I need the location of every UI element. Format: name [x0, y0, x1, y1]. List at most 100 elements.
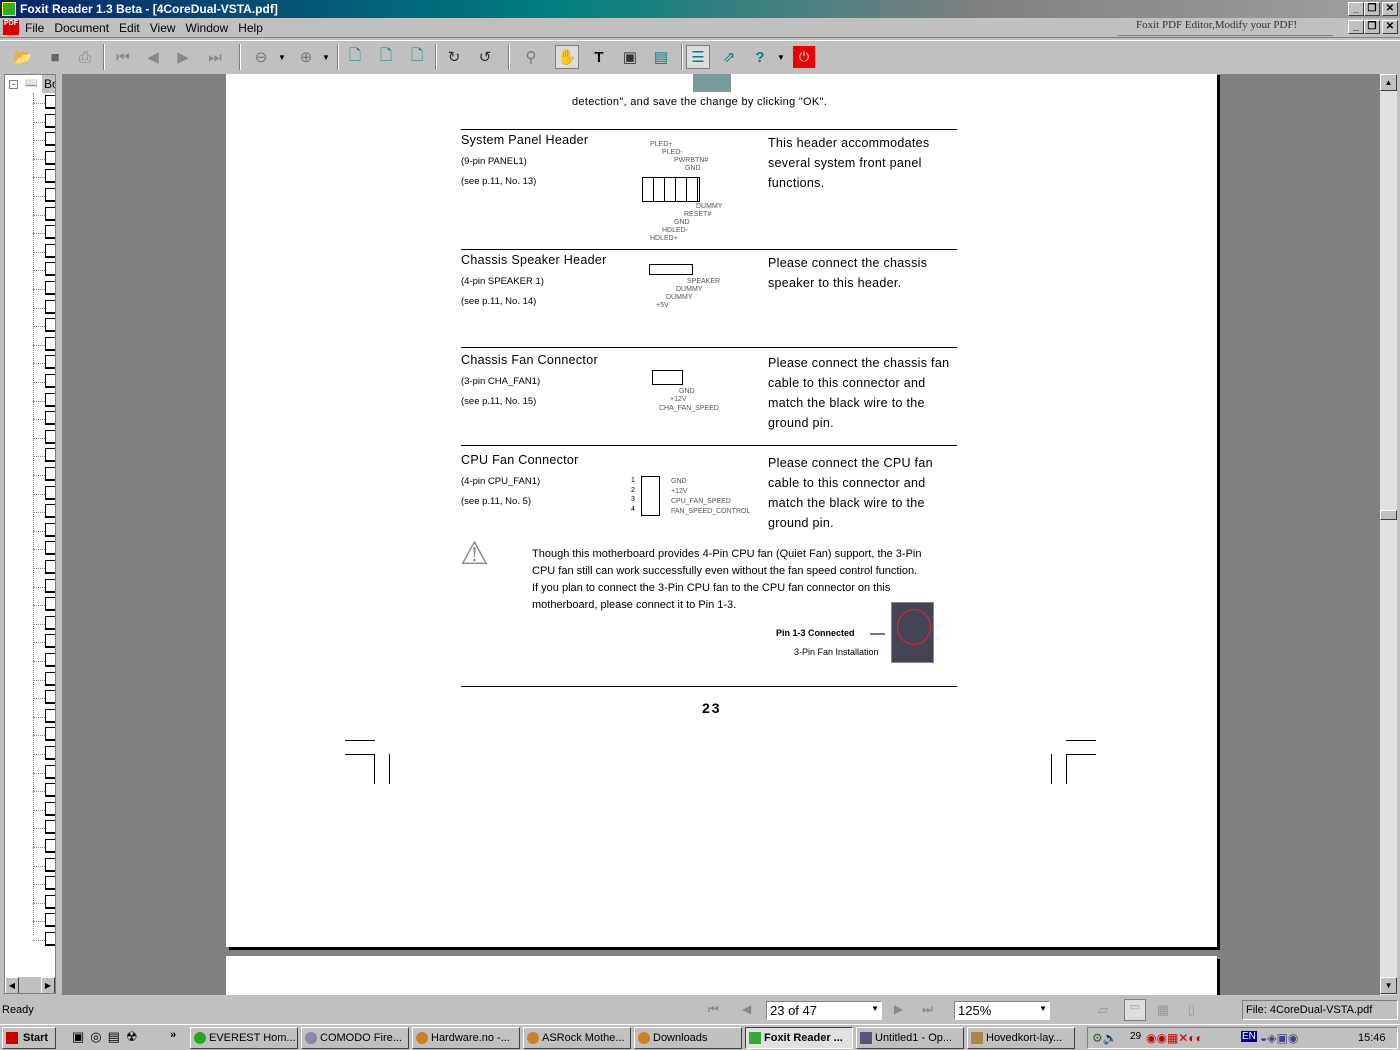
page-thumbnail[interactable]	[45, 913, 55, 928]
rotate-left-icon[interactable]: ↺	[473, 45, 497, 69]
page-thumbnail[interactable]	[45, 150, 55, 165]
task-comodo[interactable]: COMODO Fire...	[301, 1027, 409, 1049]
single-page-icon[interactable]: ▱	[1098, 1002, 1108, 1018]
zoom-out-dropdown-icon[interactable]: ▼	[276, 45, 288, 69]
page-thumbnail[interactable]	[45, 95, 55, 109]
page-thumbnail[interactable]	[45, 262, 55, 277]
page-thumbnail[interactable]	[45, 318, 55, 333]
menu-window[interactable]: Window	[181, 18, 234, 38]
page-thumbnail[interactable]	[45, 801, 55, 816]
zoom-field[interactable]: 125% ▼	[954, 1001, 1050, 1020]
prev-page-icon[interactable]: ◀	[141, 45, 165, 69]
scroll-down-icon[interactable]: ▼	[1380, 977, 1397, 994]
page-thumbnail[interactable]	[45, 541, 55, 556]
page-thumbnail[interactable]	[45, 374, 55, 388]
page-thumbnail[interactable]	[45, 113, 55, 128]
page-thumbnail[interactable]	[45, 839, 55, 853]
doc-close-button[interactable]: ✕	[1382, 20, 1398, 34]
task-untitled[interactable]: Untitled1 - Op...	[856, 1027, 964, 1049]
zoom-in-dropdown-icon[interactable]: ▼	[320, 45, 332, 69]
menu-edit[interactable]: Edit	[114, 18, 145, 38]
minimize-button[interactable]: _	[1348, 2, 1364, 16]
page-thumbnail[interactable]	[45, 615, 55, 630]
menu-file[interactable]: File	[20, 18, 49, 38]
page-thumbnail[interactable]	[45, 225, 55, 240]
power-icon[interactable]: ⏻	[793, 46, 815, 68]
quick-launch-icons[interactable]: ▣◎▤☢	[72, 1029, 144, 1045]
page-thumbnail[interactable]	[45, 597, 55, 612]
save-icon[interactable]: ■	[43, 45, 67, 69]
page-number-field[interactable]: 23 of 47 ▼	[766, 1001, 882, 1020]
zoom-in-icon[interactable]: ⊕	[294, 45, 318, 69]
page-thumbnail[interactable]	[45, 336, 55, 351]
foxit-editor-ad[interactable]: Foxit PDF Editor,Modify your PDF!	[1118, 19, 1333, 36]
snapshot-icon[interactable]: ▣	[618, 45, 642, 69]
find-icon[interactable]: ⚲	[519, 45, 543, 69]
page-thumbnail[interactable]	[45, 857, 55, 872]
zoom-out-icon[interactable]: ⊖	[249, 45, 273, 69]
page-thumbnail[interactable]	[45, 522, 55, 537]
page-thumbnail[interactable]	[45, 634, 55, 649]
export-icon[interactable]: ⇗	[717, 45, 741, 69]
fit-page-icon[interactable]: 🗋	[374, 45, 398, 69]
pdf-doc-icon[interactable]: PDF	[3, 20, 19, 35]
last-page-icon[interactable]: ⏭	[203, 45, 227, 69]
page-thumbnail[interactable]	[45, 894, 55, 909]
text-select-icon[interactable]: T	[587, 45, 611, 69]
task-asrock[interactable]: ASRock Mothe...	[523, 1027, 631, 1049]
scroll-thumb[interactable]	[1380, 510, 1397, 520]
page-thumbnail[interactable]	[45, 560, 55, 574]
page-thumbnail[interactable]	[45, 504, 55, 519]
actual-size-icon[interactable]: 🗋	[343, 45, 367, 69]
bookmarks-panel-icon[interactable]: ☰	[686, 45, 710, 69]
open-icon[interactable]: 📂	[11, 45, 35, 69]
doc-minimize-button[interactable]: _	[1348, 20, 1364, 34]
tray-icons[interactable]: ⚙🔈	[1092, 1031, 1118, 1045]
page-thumbnail[interactable]	[45, 820, 55, 835]
continuous-facing-icon[interactable]: ▯	[1188, 1002, 1195, 1018]
page-thumbnail[interactable]	[45, 355, 55, 370]
tray-number[interactable]: 29	[1130, 1031, 1141, 1042]
language-indicator[interactable]: EN	[1241, 1031, 1257, 1042]
fit-width-icon[interactable]: 🗋	[405, 45, 429, 69]
page-thumbnail[interactable]	[45, 132, 55, 147]
close-button[interactable]: ✕	[1382, 2, 1398, 16]
page-thumbnail[interactable]	[45, 169, 55, 184]
page-thumbnail[interactable]	[45, 671, 55, 686]
page-thumbnail[interactable]	[45, 188, 55, 202]
page-thumbnail[interactable]	[45, 299, 55, 314]
next-page-icon[interactable]: ▶	[171, 45, 195, 69]
page-thumbnail[interactable]	[45, 392, 55, 407]
page-thumbnail[interactable]	[45, 876, 55, 891]
page-thumbnail[interactable]	[45, 206, 55, 221]
menu-document[interactable]: Document	[49, 18, 114, 38]
typewriter-icon[interactable]: ▤	[649, 45, 673, 69]
page-thumbnail[interactable]	[45, 467, 55, 481]
page-thumbnail[interactable]	[45, 653, 55, 667]
sidebar-hscroll[interactable]: ◀ ▶	[5, 977, 55, 993]
collapse-icon[interactable]: -	[9, 80, 18, 89]
print-icon[interactable]: ⎙	[73, 45, 97, 69]
page-thumbnail[interactable]	[45, 764, 55, 779]
page-thumbnail[interactable]	[45, 243, 55, 258]
page-thumbnail[interactable]	[45, 578, 55, 593]
hand-tool-icon[interactable]: ✋	[555, 45, 579, 69]
status-prev-page-icon[interactable]: ◀	[742, 1002, 751, 1016]
quick-launch-more-icon[interactable]: »	[170, 1029, 176, 1041]
continuous-icon[interactable]: ▭	[1124, 999, 1146, 1021]
start-button[interactable]: Start	[2, 1027, 56, 1049]
page-thumbnail[interactable]	[45, 411, 55, 426]
status-next-page-icon[interactable]: ▶	[894, 1002, 903, 1016]
doc-restore-button[interactable]: ❐	[1364, 20, 1380, 34]
page-thumbnail[interactable]	[45, 429, 55, 444]
status-last-page-icon[interactable]: ⏭	[922, 1002, 933, 1017]
task-hardware[interactable]: Hardware.no -...	[412, 1027, 520, 1049]
first-page-icon[interactable]: ⏮	[111, 45, 135, 69]
page-thumbnail[interactable]	[45, 932, 55, 946]
menu-view[interactable]: View	[145, 18, 181, 38]
facing-icon[interactable]: ▦	[1157, 1002, 1169, 1018]
status-first-page-icon[interactable]: ⏮	[708, 1002, 719, 1017]
menu-help[interactable]: Help	[233, 18, 268, 38]
task-downloads[interactable]: Downloads	[634, 1027, 742, 1049]
tray-more-icons[interactable]: ◉◉▦✕◐◐	[1146, 1031, 1203, 1045]
